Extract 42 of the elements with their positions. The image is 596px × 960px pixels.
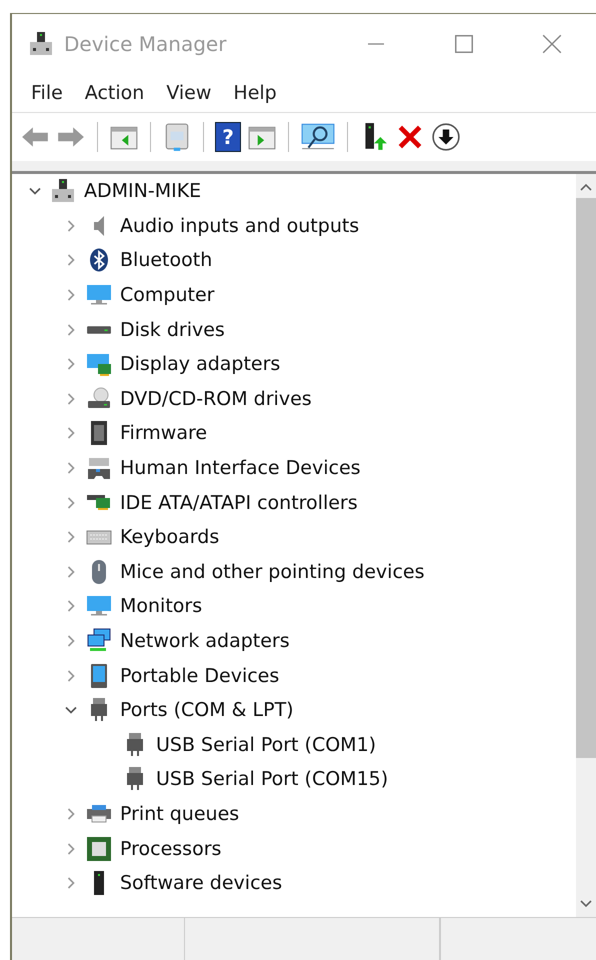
- tree-item[interactable]: Display adapters: [120, 353, 280, 376]
- tree-item[interactable]: USB Serial Port (COM15): [156, 768, 388, 790]
- tree-item[interactable]: Processors: [120, 838, 222, 860]
- tree-item[interactable]: Ports (COM & LPT): [120, 699, 294, 722]
- close-icon[interactable]: [541, 33, 563, 55]
- maximize-icon[interactable]: [453, 33, 475, 55]
- menu-item[interactable]: View: [155, 82, 222, 104]
- tree-item[interactable]: Network adapters: [120, 630, 290, 652]
- keyboard-gamepad-icon: [86, 455, 112, 482]
- minimize-icon[interactable]: [366, 43, 386, 45]
- scroll-up-icon[interactable]: [579, 182, 593, 192]
- menu-item[interactable]: Help: [222, 82, 288, 104]
- vertical-scrollbar[interactable]: [576, 174, 596, 917]
- tree-item[interactable]: USB Serial Port (COM1): [156, 734, 376, 756]
- tree-item[interactable]: Computer: [120, 284, 214, 306]
- menu-item[interactable]: File: [20, 82, 74, 104]
- help-button[interactable]: ?: [215, 122, 241, 152]
- tree-item[interactable]: IDE ATA/ATAPI controllers: [120, 492, 358, 514]
- tree-item[interactable]: Audio inputs and outputs: [120, 214, 360, 237]
- tree-item[interactable]: Bluetooth: [120, 249, 212, 272]
- monitor-magnifier-icon[interactable]: [300, 122, 336, 152]
- tree-item[interactable]: Print queues: [120, 802, 240, 825]
- scroll-down-icon[interactable]: [579, 899, 593, 909]
- tree-item[interactable]: DVD/CD-ROM drives: [120, 388, 312, 410]
- tree-item[interactable]: Disk drives: [120, 318, 225, 341]
- tree-item[interactable]: Portable Devices: [120, 664, 280, 687]
- tree-item[interactable]: ADMIN-MIKE: [84, 180, 202, 202]
- processor-icon: [86, 836, 112, 862]
- display-adapter-icon: [86, 351, 112, 378]
- computer-network-icon: [50, 178, 76, 204]
- scrollbar-thumb[interactable]: [576, 198, 596, 758]
- tree-item[interactable]: Firmware: [120, 422, 208, 444]
- tree-item[interactable]: Keyboards: [120, 526, 220, 548]
- window-title: Device Manager: [64, 32, 226, 56]
- computer-network-icon: [28, 31, 54, 57]
- controller-card-icon: [86, 494, 112, 512]
- tree-item[interactable]: Monitors: [120, 595, 202, 618]
- menu-item[interactable]: Action: [74, 82, 156, 104]
- disk-drive-icon: [86, 324, 112, 335]
- tree-item[interactable]: Mice and other pointing devices: [120, 560, 424, 583]
- tree-item[interactable]: Software devices: [120, 872, 282, 894]
- tree-item[interactable]: Human Interface Devices: [120, 457, 361, 480]
